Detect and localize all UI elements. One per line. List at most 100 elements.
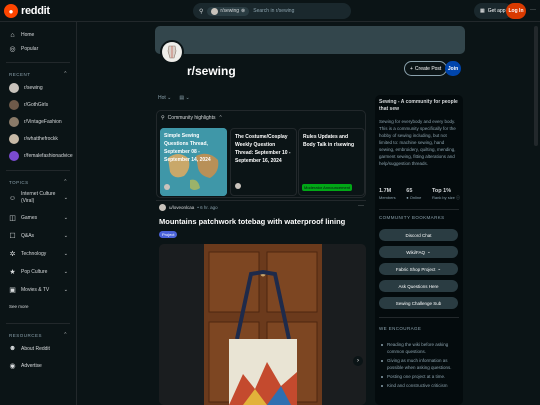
- topic-label: Internet Culture (Viral): [21, 191, 56, 204]
- rank-stat: Top 1% Rank by size ⓘ: [432, 188, 460, 201]
- sidebar-item-popular[interactable]: ◎ Popular: [0, 42, 76, 56]
- search-input[interactable]: Search in r/sewing: [253, 8, 294, 14]
- search-icon: ⚲: [199, 8, 204, 15]
- stat-label: ● Online: [406, 195, 422, 200]
- search-scope-label: r/sewing: [220, 8, 240, 14]
- dress-form-icon: [163, 43, 181, 61]
- sidebar-item-label: Home: [21, 32, 35, 38]
- technology-icon: ✲: [9, 251, 16, 258]
- list-item: Posting one project at a time.: [381, 373, 461, 380]
- scrollbar[interactable]: [534, 26, 538, 146]
- bookmark-label: Sewing Challenge Sub: [395, 300, 442, 306]
- search-bar[interactable]: ⚲ r/sewing ⊗ Search in r/sewing: [193, 3, 351, 19]
- list-item: Reading the wiki before asking common qu…: [381, 341, 461, 355]
- reddit-logo[interactable]: ● reddit: [4, 4, 50, 18]
- post-image[interactable]: [159, 244, 366, 405]
- community-info-panel: Sewing - A community for people that sew…: [375, 95, 463, 405]
- recent-item[interactable]: r/sewing: [0, 79, 76, 96]
- subreddit-name: r/sewing: [187, 64, 236, 78]
- recent-item-label: r/femalefashionadvice: [24, 152, 73, 159]
- bookmark-label: Ask Questions Here: [398, 283, 439, 289]
- topics-section-header[interactable]: TOPICS ⌃: [0, 177, 76, 187]
- topic-label: Games: [21, 215, 38, 221]
- subreddit-avatar: [160, 40, 184, 64]
- totebag-photo: [159, 244, 366, 405]
- recent-item[interactable]: r/GothGirls: [0, 96, 76, 113]
- topic-label: Movies & TV: [21, 287, 50, 293]
- advertise-icon: ◉: [9, 362, 16, 370]
- post-flair[interactable]: Project: [159, 231, 178, 238]
- topic-item-pop-culture[interactable]: ★ Pop Culture ⌄: [0, 263, 76, 281]
- topic-item-movies-tv[interactable]: ▣ Movies & TV ⌄: [0, 281, 76, 299]
- topic-item-technology[interactable]: ✲ Technology ⌄: [0, 245, 76, 263]
- see-more-link[interactable]: See more: [0, 299, 76, 313]
- subreddit-banner: [155, 26, 465, 54]
- post-options-icon[interactable]: ···: [358, 203, 364, 209]
- topic-item-games[interactable]: ◫ Games ⌄: [0, 209, 76, 227]
- popular-icon: ◎: [9, 46, 16, 53]
- recent-item-label: r/GothGirls: [24, 101, 49, 108]
- bookmark-label: Discord Chat: [405, 232, 432, 238]
- recent-item[interactable]: r/femalefashionadvice: [0, 147, 76, 164]
- community-description: Sewing for everybody and every body. Thi…: [379, 119, 456, 166]
- login-button[interactable]: Log In: [506, 3, 526, 19]
- next-image-button[interactable]: ›: [353, 356, 363, 366]
- chevron-down-icon: ⌄: [63, 287, 68, 293]
- clear-scope-icon[interactable]: ⊗: [241, 8, 245, 14]
- chevron-down-icon: ⌄: [63, 251, 68, 257]
- internet-culture-icon: ☺: [8, 194, 17, 202]
- movies-tv-icon: ▣: [9, 287, 16, 294]
- highlight-card[interactable]: Rules Updates and Body Talk in r/sewing …: [298, 128, 365, 196]
- chevron-down-icon: ⌃: [218, 115, 223, 121]
- recent-item-label: r/whatthefrockk: [24, 135, 58, 142]
- sidebar-item-advertise[interactable]: ◉ Advertise: [0, 357, 76, 374]
- sidebar-item-about[interactable]: ☻ About Reddit: [0, 340, 76, 357]
- brand-name: reddit: [21, 5, 50, 17]
- subreddit-avatar: [9, 150, 19, 161]
- bookmark-sewing-challenge[interactable]: Sewing Challenge Sub: [379, 297, 458, 309]
- more-options-icon[interactable]: ···: [530, 7, 536, 13]
- recent-item-label: r/VintageFashion: [24, 118, 62, 125]
- left-sidebar: ⌂ Home ◎ Popular RECENT ⌃ r/sewing r/Got…: [0, 22, 77, 405]
- bookmark-discord-chat[interactable]: Discord Chat: [379, 229, 458, 241]
- sort-dropdown[interactable]: Hot ⌄: [158, 95, 171, 101]
- qr-code-icon: ▦: [480, 8, 485, 14]
- members-stat: 1.7M Members: [379, 188, 396, 201]
- community-stats: 1.7M Members 65 ● Online Top 1% Rank by …: [379, 188, 460, 201]
- recent-item[interactable]: r/whatthefrockk: [0, 130, 76, 147]
- create-post-button[interactable]: + Create Post: [404, 61, 448, 76]
- user-avatar[interactable]: [159, 204, 166, 211]
- post-title[interactable]: Mountains patchwork totebag with waterpr…: [159, 217, 345, 226]
- subreddit-avatar: [9, 99, 19, 110]
- resources-section-header[interactable]: RESOURCES ⌃: [0, 330, 76, 340]
- get-app-label: Get app: [487, 8, 506, 14]
- join-button[interactable]: Join: [445, 61, 461, 76]
- highlight-card[interactable]: The Costume/Cosplay Weekly Question Thre…: [230, 128, 297, 196]
- bookmark-label: Wiki/FAQ: [406, 249, 425, 255]
- subreddit-icon: [164, 184, 170, 190]
- bookmark-wiki-faq[interactable]: Wiki/FAQ ⌄: [379, 246, 458, 258]
- stat-value: Top 1%: [431, 188, 452, 194]
- bookmarks-heading: COMMUNITY BOOKMARKS: [379, 215, 445, 220]
- qa-icon: ☐: [9, 233, 16, 240]
- chevron-up-icon: ⌃: [63, 71, 68, 77]
- recent-section-header[interactable]: RECENT ⌃: [0, 69, 76, 79]
- highlight-title: Rules Updates and Body Talk in r/sewing: [303, 134, 355, 148]
- bookmark-ask-questions[interactable]: Ask Questions Here: [379, 280, 458, 292]
- bookmark-fabric-shop-project[interactable]: Fabric Shop Project ⌄: [379, 263, 458, 275]
- recent-item-label: r/sewing: [24, 84, 43, 91]
- topic-item-internet-culture[interactable]: ☺ Internet Culture (Viral) ⌄: [0, 187, 76, 209]
- highlights-header[interactable]: ⚲ Community highlights ⌃: [161, 115, 223, 121]
- topic-item-qa[interactable]: ☐ Q&As ⌄: [0, 227, 76, 245]
- post-author[interactable]: u/loveonlcaa: [169, 205, 194, 210]
- chevron-down-icon: ⌄: [63, 195, 68, 201]
- view-toggle-icon[interactable]: ▤ ⌄: [179, 95, 189, 101]
- sidebar-item-home[interactable]: ⌂ Home: [0, 28, 76, 42]
- recent-item[interactable]: r/VintageFashion: [0, 113, 76, 130]
- highlight-card[interactable]: Simple Sewing Questions Thread, Septembe…: [160, 128, 227, 196]
- search-scope-chip[interactable]: r/sewing ⊗: [207, 6, 250, 16]
- pin-icon: ⚲: [161, 115, 165, 121]
- highlights-title: Community highlights: [167, 115, 216, 121]
- subreddit-avatar: [9, 116, 19, 127]
- online-stat: 65 ● Online: [406, 188, 421, 201]
